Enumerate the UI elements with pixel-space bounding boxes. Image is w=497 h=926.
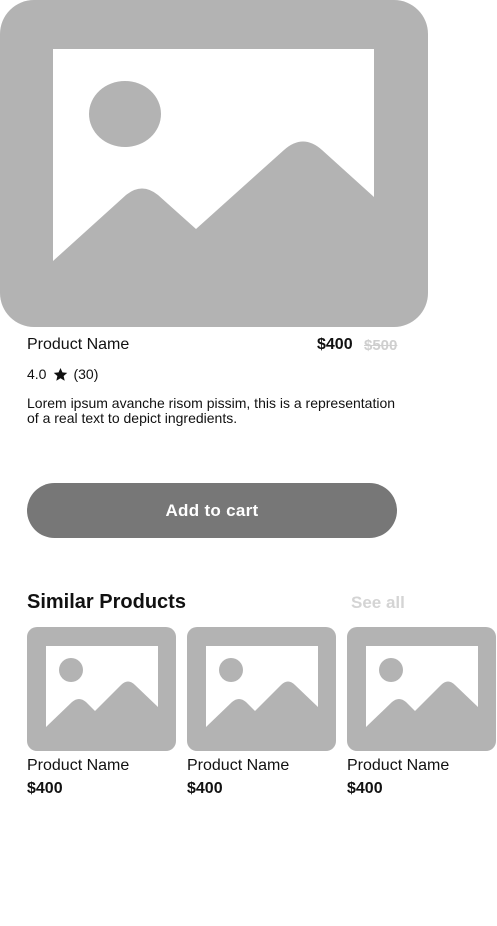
add-to-cart-label: Add to cart [165, 500, 259, 520]
product-detail-screen: Product Name $400 $500 4.0 (30) Lorem ip… [0, 0, 497, 926]
review-count: (30) [73, 366, 99, 382]
product-old-price: $500 [364, 337, 398, 354]
product-name: Product Name [27, 336, 130, 353]
similar-product-image [187, 627, 336, 751]
product-description: Lorem ipsum avanche risom pissim, this i… [27, 395, 396, 426]
rating-value: 4.0 [27, 366, 47, 382]
similar-product-card[interactable]: Product Name $400 [347, 627, 496, 797]
similar-product-card[interactable]: Product Name $400 [187, 627, 336, 797]
similar-product-price: $400 [187, 780, 223, 797]
similar-product-price: $400 [347, 780, 383, 797]
similar-product-image [27, 627, 176, 751]
image-placeholder-icon [206, 646, 318, 727]
rating-row: 4.0 (30) [27, 366, 98, 382]
similar-product-name: Product Name [347, 757, 450, 774]
star-icon [54, 367, 68, 381]
see-all-link[interactable]: See all [351, 593, 405, 613]
similar-product-name: Product Name [27, 757, 130, 774]
product-image [0, 0, 428, 327]
similar-product-card[interactable]: Product Name $400 [27, 627, 176, 797]
image-placeholder-icon [366, 646, 478, 727]
similar-product-name: Product Name [187, 757, 290, 774]
product-price: $400 [317, 336, 353, 353]
similar-product-image [347, 627, 496, 751]
image-placeholder-icon [53, 49, 374, 261]
similar-product-price: $400 [27, 780, 63, 797]
image-placeholder-icon [46, 646, 158, 727]
add-to-cart-button[interactable]: Add to cart [27, 483, 397, 538]
similar-products-title: Similar Products [27, 591, 186, 613]
